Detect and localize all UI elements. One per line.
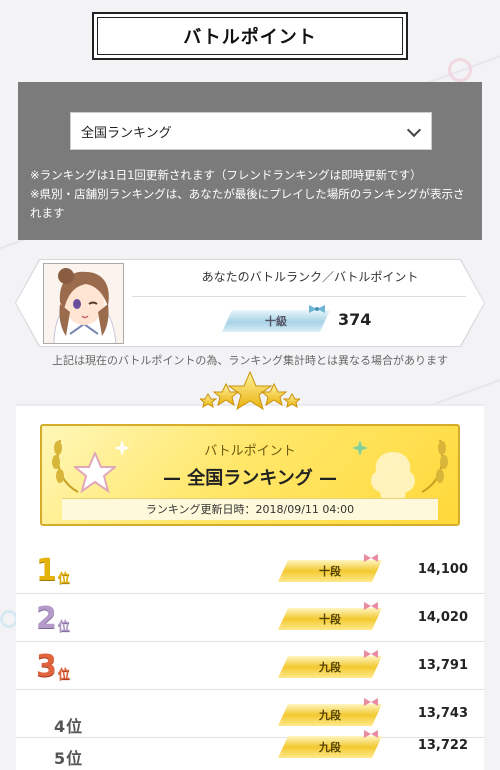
rank-badge: 九段 <box>278 736 382 758</box>
player-avatar <box>43 263 124 344</box>
rank-disclaimer: 上記は現在のバトルポイントの為、ランキング集計時とは異なる場合があります <box>52 354 448 367</box>
rank-label: 九段 <box>319 709 341 722</box>
rank-score: 13,722 <box>417 738 468 753</box>
rank-position: 3 位 <box>36 652 96 682</box>
ranking-type-selected: 全国ランキング <box>81 125 172 141</box>
rank-suffix: 位 <box>57 571 70 585</box>
rank-badge: 十段 <box>278 560 382 582</box>
ranking-row: 3 位 九段 13,791 <box>16 644 484 690</box>
ranking-type-select[interactable]: 全国ランキング <box>70 112 432 150</box>
rank-badge: 十段 <box>278 608 382 630</box>
ranking-row: 5 位 九段 13,722 <box>16 724 484 770</box>
my-rank-label: 十級 <box>265 315 287 328</box>
rank-suffix: 位 <box>66 749 83 768</box>
rank-label: 九段 <box>319 741 341 754</box>
rank-badge: 九段 <box>278 704 382 726</box>
ranking-notes: ※ランキングは1日1回更新されます（フレンドランキングは即時更新です） ※県別・… <box>30 166 474 223</box>
rank-number: 5 <box>54 749 66 768</box>
page-title: バトルポイント <box>183 27 317 48</box>
ribbon-icon <box>364 650 378 658</box>
rank-score: 14,020 <box>417 610 468 625</box>
rank-label: 九段 <box>319 661 341 674</box>
chevron-down-icon <box>406 122 422 138</box>
rank-score: 13,791 <box>417 658 468 673</box>
my-battle-points: 374 <box>338 310 372 329</box>
ranking-note: ※ランキングは1日1回更新されます（フレンドランキングは即時更新です） <box>30 168 422 182</box>
ranking-filter-panel: 全国ランキング ※ランキングは1日1回更新されます（フレンドランキングは即時更新… <box>18 82 482 240</box>
rank-number: 2 <box>36 601 57 636</box>
rank-suffix: 位 <box>57 619 70 633</box>
rank-position: 1 位 <box>36 556 96 586</box>
ribbon-icon <box>364 730 378 738</box>
rank-score: 13,743 <box>417 706 468 721</box>
ranking-banner: バトルポイント — 全国ランキング — ランキング更新日時：2018/09/11… <box>40 424 460 526</box>
divider <box>132 296 466 297</box>
rank-label: 十段 <box>319 613 341 626</box>
ribbon-icon <box>364 602 378 610</box>
page-title-box: バトルポイント <box>92 12 408 60</box>
ranking-updated: ランキング更新日時：2018/09/11 04:00 <box>62 498 438 520</box>
my-rank-title: あなたのバトルランク／バトルポイント <box>201 270 419 284</box>
stars-icon <box>200 370 300 411</box>
rank-score: 14,100 <box>417 562 468 577</box>
ranking-row: 1 位 十段 14,100 <box>16 548 484 594</box>
ribbon-icon <box>364 554 378 562</box>
rank-position: 5 位 <box>54 738 114 768</box>
rank-label: 十段 <box>319 565 341 578</box>
ranking-note: ※県別・店舗別ランキングは、あなたが最後にプレイした場所のランキングが表示されま… <box>30 187 465 220</box>
rank-number: 3 <box>36 649 57 684</box>
ribbon-icon <box>309 305 325 313</box>
rank-badge: 九段 <box>278 656 382 678</box>
ranking-subtitle: バトルポイント <box>204 444 296 459</box>
rank-position: 2 位 <box>36 604 96 634</box>
ranking-row: 2 位 十段 14,020 <box>16 596 484 642</box>
ribbon-icon <box>364 698 378 706</box>
ranking-title: — 全国ランキング — <box>163 468 337 489</box>
rank-suffix: 位 <box>57 667 70 681</box>
rank-number: 1 <box>36 553 57 588</box>
